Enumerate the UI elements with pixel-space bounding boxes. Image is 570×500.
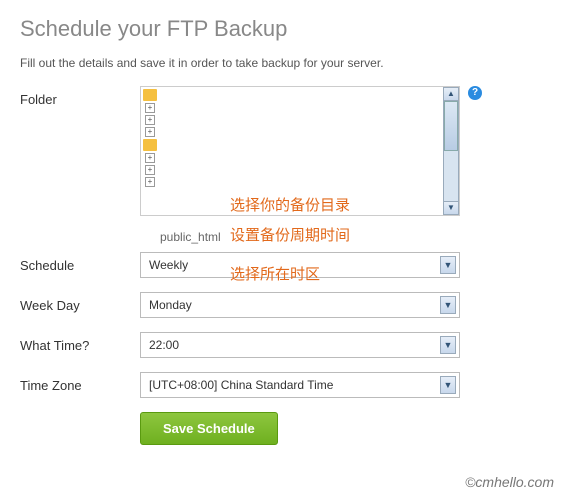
chevron-down-icon[interactable]: ▼ bbox=[440, 376, 456, 394]
time-select[interactable]: 22:00 ▼ bbox=[140, 332, 460, 358]
schedule-select[interactable]: Weekly ▼ bbox=[140, 252, 460, 278]
help-icon[interactable]: ? bbox=[468, 86, 482, 100]
page-title: Schedule your FTP Backup bbox=[20, 16, 550, 42]
folder-selected-path: public_html bbox=[160, 230, 550, 244]
time-label: What Time? bbox=[20, 332, 140, 353]
schedule-label: Schedule bbox=[20, 252, 140, 273]
expand-icon[interactable]: + bbox=[145, 177, 155, 187]
expand-icon[interactable]: + bbox=[145, 153, 155, 163]
scroll-track[interactable] bbox=[443, 101, 459, 201]
page-subtitle: Fill out the details and save it in orde… bbox=[20, 56, 550, 70]
folder-tree[interactable]: + + + + + + ▲ ▼ bbox=[140, 86, 460, 216]
save-schedule-button[interactable]: Save Schedule bbox=[140, 412, 278, 445]
scroll-down-icon[interactable]: ▼ bbox=[443, 201, 459, 215]
tree-body[interactable] bbox=[161, 87, 443, 215]
expand-icon[interactable]: + bbox=[145, 127, 155, 137]
weekday-label: Week Day bbox=[20, 292, 140, 313]
folder-icon[interactable] bbox=[143, 89, 157, 101]
expand-icon[interactable]: + bbox=[145, 103, 155, 113]
folder-label: Folder bbox=[20, 86, 140, 107]
chevron-down-icon[interactable]: ▼ bbox=[440, 256, 456, 274]
watermark: ©cmhello.com bbox=[465, 474, 554, 490]
timezone-select[interactable]: [UTC+08:00] China Standard Time ▼ bbox=[140, 372, 460, 398]
chevron-down-icon[interactable]: ▼ bbox=[440, 336, 456, 354]
time-value: 22:00 bbox=[149, 338, 179, 352]
weekday-select[interactable]: Monday ▼ bbox=[140, 292, 460, 318]
expand-icon[interactable]: + bbox=[145, 115, 155, 125]
scrollbar[interactable]: ▲ ▼ bbox=[443, 87, 459, 215]
scroll-thumb[interactable] bbox=[444, 101, 458, 151]
weekday-value: Monday bbox=[149, 298, 192, 312]
folder-icon[interactable] bbox=[143, 139, 157, 151]
schedule-value: Weekly bbox=[149, 258, 188, 272]
scroll-up-icon[interactable]: ▲ bbox=[443, 87, 459, 101]
timezone-value: [UTC+08:00] China Standard Time bbox=[149, 378, 333, 392]
expand-icon[interactable]: + bbox=[145, 165, 155, 175]
timezone-label: Time Zone bbox=[20, 372, 140, 393]
chevron-down-icon[interactable]: ▼ bbox=[440, 296, 456, 314]
